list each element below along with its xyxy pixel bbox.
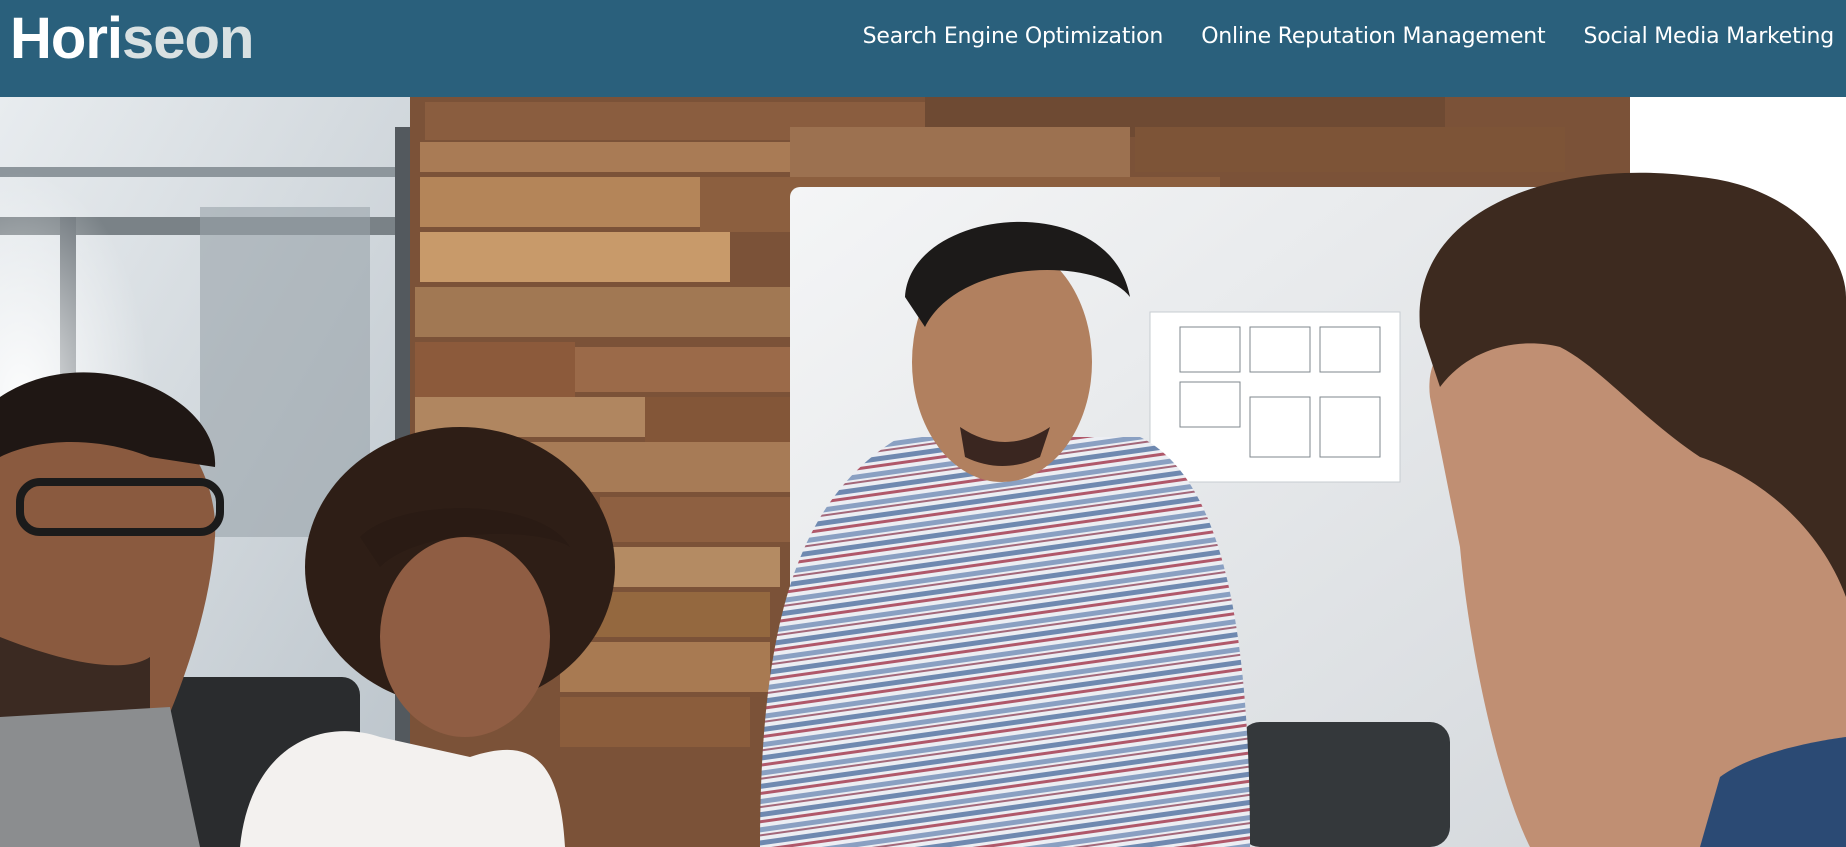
site-header: Horiseon Search Engine Optimization Onli… <box>0 0 1846 97</box>
nav-link-social[interactable]: Social Media Marketing <box>1583 22 1834 52</box>
hero-photo-illustration <box>0 97 1846 847</box>
logo-part-1: Hori <box>10 6 123 71</box>
main-nav: Search Engine Optimization Online Reputa… <box>863 22 1835 52</box>
logo-part-2: seon <box>122 6 254 71</box>
hero-image <box>0 97 1846 847</box>
nav-link-seo[interactable]: Search Engine Optimization <box>863 22 1164 52</box>
site-logo[interactable]: Horiseon <box>10 4 254 74</box>
nav-link-reputation[interactable]: Online Reputation Management <box>1201 22 1545 52</box>
